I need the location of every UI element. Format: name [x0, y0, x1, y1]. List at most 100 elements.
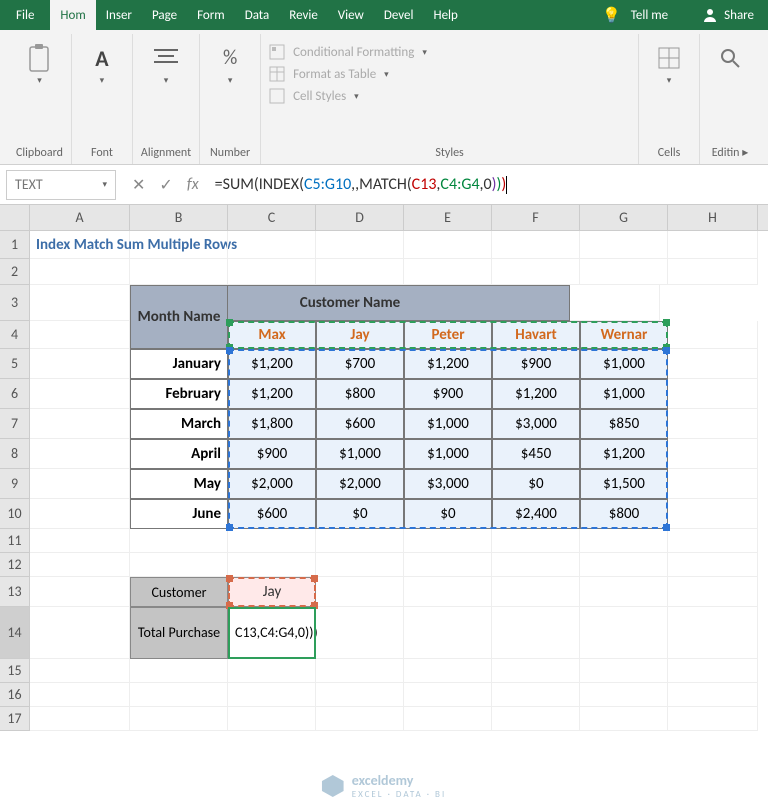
format-as-table-button[interactable]: Format as Table ▾ — [269, 66, 427, 82]
cell[interactable] — [580, 231, 668, 259]
cell[interactable] — [316, 553, 404, 577]
find-button[interactable] — [708, 40, 752, 76]
grid[interactable]: 1 Index Match Sum Multiple Rows 2 3 Mont… — [0, 231, 768, 731]
data-cell[interactable]: $0 — [316, 499, 404, 529]
cell[interactable] — [580, 577, 668, 607]
name-box[interactable]: TEXT ▾ — [6, 170, 116, 200]
cell[interactable] — [668, 577, 758, 607]
data-cell[interactable]: $900 — [228, 439, 316, 469]
cell[interactable] — [404, 683, 492, 707]
month-cell[interactable]: June — [130, 499, 228, 529]
data-cell[interactable]: $900 — [492, 349, 580, 379]
cell[interactable] — [30, 285, 130, 321]
row-header[interactable]: 5 — [0, 349, 30, 379]
cell[interactable] — [30, 553, 130, 577]
cell[interactable] — [130, 553, 228, 577]
cell[interactable] — [316, 529, 404, 553]
cell[interactable] — [316, 659, 404, 683]
col-header-f[interactable]: F — [492, 205, 580, 230]
worksheet[interactable]: A B C D E F G H 1 Index Match Sum Multip… — [0, 205, 768, 731]
tab-developer[interactable]: Devel — [374, 0, 424, 30]
cell[interactable] — [30, 499, 130, 529]
data-cell[interactable]: $900 — [404, 379, 492, 409]
number-button[interactable]: % ▾ — [208, 40, 252, 90]
row-header[interactable]: 16 — [0, 683, 30, 707]
data-cell[interactable]: $1,800 — [228, 409, 316, 439]
data-cell[interactable]: $1,000 — [316, 439, 404, 469]
paste-button[interactable]: ▾ — [17, 40, 61, 90]
cell[interactable] — [228, 231, 316, 259]
cell[interactable] — [30, 683, 130, 707]
cell[interactable] — [228, 553, 316, 577]
cell[interactable] — [570, 285, 660, 321]
cell[interactable] — [316, 231, 404, 259]
cell[interactable] — [668, 553, 758, 577]
data-cell[interactable]: $600 — [316, 409, 404, 439]
row-header[interactable]: 1 — [0, 231, 30, 259]
cell[interactable] — [580, 529, 668, 553]
data-cell[interactable]: $2,000 — [316, 469, 404, 499]
cell[interactable] — [668, 683, 758, 707]
cell[interactable] — [492, 259, 580, 285]
cell[interactable] — [228, 659, 316, 683]
cell[interactable] — [404, 707, 492, 731]
data-cell[interactable]: $1,200 — [228, 379, 316, 409]
data-cell[interactable]: $0 — [492, 469, 580, 499]
cell[interactable] — [668, 349, 758, 379]
total-label[interactable]: Total Purchase — [130, 607, 228, 659]
data-cell[interactable]: $2,000 — [228, 469, 316, 499]
conditional-formatting-button[interactable]: Conditional Formatting ▾ — [269, 44, 427, 60]
data-cell[interactable]: $450 — [492, 439, 580, 469]
cell[interactable] — [130, 707, 228, 731]
tab-page-layout[interactable]: Page — [142, 0, 187, 30]
cell-styles-button[interactable]: Cell Styles ▾ — [269, 88, 427, 104]
title-cell[interactable]: Index Match Sum Multiple Rows — [30, 231, 130, 259]
cell[interactable] — [130, 231, 228, 259]
cell[interactable] — [130, 659, 228, 683]
enter-icon[interactable]: ✓ — [159, 175, 172, 195]
cell[interactable] — [30, 439, 130, 469]
cell[interactable] — [668, 409, 758, 439]
col-header-h[interactable]: H — [668, 205, 758, 230]
data-cell[interactable]: $1,500 — [580, 469, 668, 499]
data-cell[interactable]: $1,200 — [580, 439, 668, 469]
data-cell[interactable]: $2,400 — [492, 499, 580, 529]
cancel-icon[interactable]: ✕ — [132, 175, 145, 195]
tab-review[interactable]: Revie — [279, 0, 328, 30]
data-cell[interactable]: $1,000 — [580, 349, 668, 379]
select-all-corner[interactable] — [0, 205, 30, 230]
col-header-c[interactable]: C — [228, 205, 316, 230]
row-header[interactable]: 2 — [0, 259, 30, 285]
cell[interactable] — [580, 683, 668, 707]
cell[interactable] — [30, 607, 130, 659]
tab-insert[interactable]: Inser — [96, 0, 142, 30]
cell[interactable] — [668, 231, 758, 259]
cell[interactable] — [228, 259, 316, 285]
col-header-g[interactable]: G — [580, 205, 668, 230]
cell[interactable] — [316, 577, 404, 607]
tab-file[interactable]: File — [0, 0, 50, 30]
data-cell[interactable]: $3,000 — [492, 409, 580, 439]
col-header-e[interactable]: E — [404, 205, 492, 230]
data-cell[interactable]: $1,200 — [492, 379, 580, 409]
formula-input[interactable]: =SUM(INDEX(C5:G10,,MATCH(C13,C4:G4,0))) — [215, 170, 762, 200]
col-header-a[interactable]: A — [30, 205, 130, 230]
cell[interactable] — [668, 259, 758, 285]
fx-icon[interactable]: fx — [187, 175, 199, 194]
tab-help[interactable]: Help — [423, 0, 467, 30]
cell[interactable] — [316, 259, 404, 285]
cell[interactable] — [404, 553, 492, 577]
row-header[interactable]: 14 — [0, 607, 30, 659]
tell-me-search[interactable]: Tell me — [631, 8, 688, 23]
tab-view[interactable]: View — [328, 0, 374, 30]
cell[interactable] — [492, 529, 580, 553]
month-cell[interactable]: February — [130, 379, 228, 409]
cell[interactable] — [404, 259, 492, 285]
row-header[interactable]: 9 — [0, 469, 30, 499]
data-cell[interactable]: $1,000 — [404, 409, 492, 439]
cell[interactable] — [580, 607, 668, 659]
cell[interactable] — [492, 707, 580, 731]
month-cell[interactable]: April — [130, 439, 228, 469]
cell[interactable] — [316, 683, 404, 707]
cell[interactable] — [668, 499, 758, 529]
